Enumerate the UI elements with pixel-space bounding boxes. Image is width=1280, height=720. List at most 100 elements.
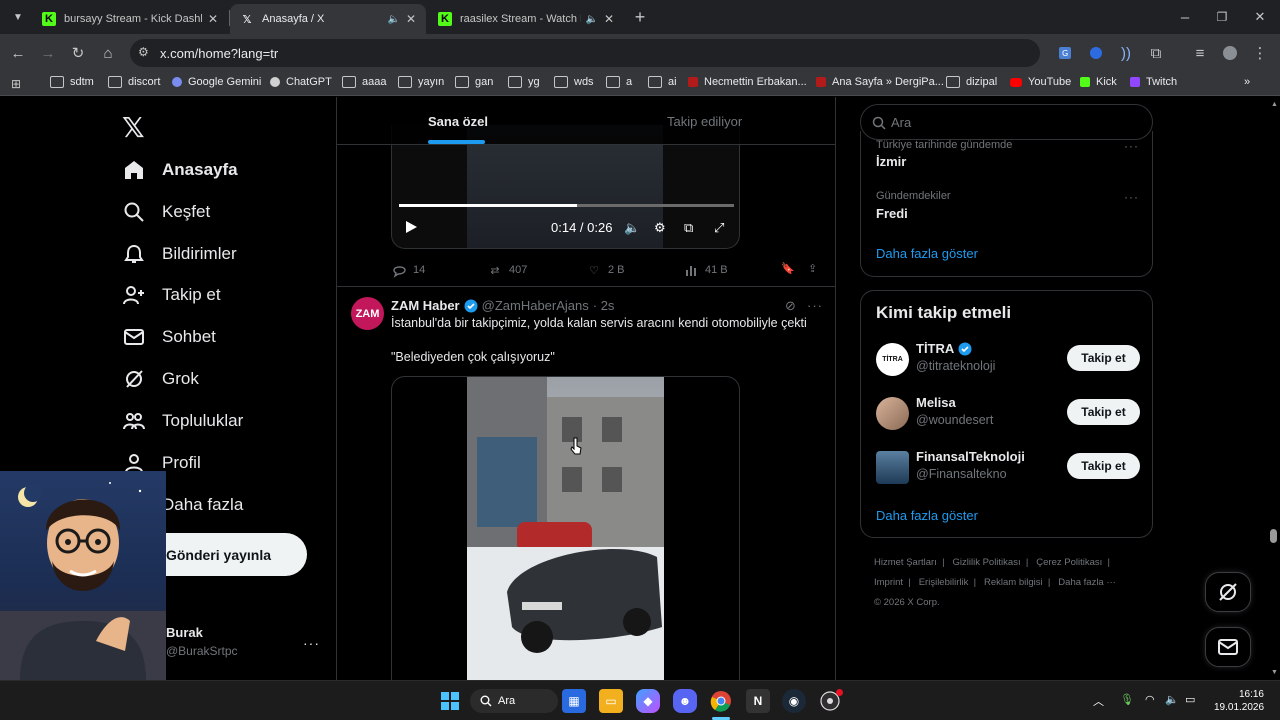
tab-following[interactable]: Takip ediliyor <box>667 114 742 129</box>
bookmark-yayin[interactable]: yayın <box>398 76 444 88</box>
bookmark-icon[interactable]: 🔖 <box>781 262 795 275</box>
bookmark-erbakan[interactable]: Necmettin Erbakan... <box>688 76 807 88</box>
footer-cookie-link[interactable]: Çerez Politikası <box>1036 557 1102 568</box>
wifi-icon[interactable]: ◠ <box>1145 693 1155 706</box>
extensions-puzzle-icon[interactable]: ⧉ <box>1146 43 1166 63</box>
system-clock[interactable]: 16:16 19.01.2026 <box>1214 688 1264 714</box>
site-info-icon[interactable]: ⚙ <box>138 45 149 59</box>
follow-suggestion[interactable]: TİTRA TİTRA @titrateknoloji Takip et <box>876 341 1141 381</box>
nav-home[interactable]: Anasayfa <box>122 154 238 186</box>
video-progress-bar[interactable] <box>399 204 734 207</box>
account-more-icon[interactable]: ··· <box>303 635 320 651</box>
bookmark-yg[interactable]: yg <box>508 76 540 88</box>
scroll-up-icon[interactable]: ▲ <box>1271 101 1278 108</box>
bookmarks-overflow-icon[interactable]: » <box>1244 76 1250 88</box>
nav-explore[interactable]: Keşfet <box>122 196 210 228</box>
follow-button[interactable]: Takip et <box>1067 453 1140 479</box>
share-icon[interactable]: ⇪ <box>808 262 817 275</box>
tweet-video[interactable] <box>391 376 740 680</box>
like-action[interactable]: ♡ 2 B <box>586 262 624 278</box>
x-logo-icon[interactable]: 𝕏 <box>122 111 145 144</box>
footer-ads-link[interactable]: Reklam bilgisi <box>984 577 1043 588</box>
follow-suggestion[interactable]: FinansalTeknoloji @Finansaltekno Takip e… <box>876 449 1141 489</box>
bookmark-gemini[interactable]: Google Gemini <box>172 76 261 88</box>
tab-search-chevron-icon[interactable]: ▼ <box>8 7 28 27</box>
file-explorer-icon[interactable]: ▭ <box>599 689 623 713</box>
microphone-icon[interactable]: 🎙 <box>1120 693 1134 706</box>
tab-kick-raasilex[interactable]: K raasilex Stream - Watch Live 🔈 ✕ <box>428 4 624 34</box>
home-icon[interactable]: ⌂ <box>98 43 118 63</box>
footer-accessibility-link[interactable]: Erişilebilirlik <box>919 577 969 588</box>
bookmark-wds[interactable]: wds <box>554 76 594 88</box>
media-control-icon[interactable]: ≡ <box>1190 43 1210 63</box>
reply-action[interactable]: 14 <box>391 262 425 278</box>
speaker-icon[interactable]: 🔈 <box>585 14 597 25</box>
volume-icon[interactable]: 🔈 <box>1165 693 1179 706</box>
close-icon[interactable]: ✕ <box>604 12 614 26</box>
nav-notifications[interactable]: Bildirimler <box>122 238 237 270</box>
grok-icon[interactable]: ⊘ <box>785 298 796 314</box>
notion-icon[interactable]: N <box>746 689 770 713</box>
tab-for-you[interactable]: Sana özel <box>428 114 488 129</box>
bookmark-a[interactable]: a <box>606 76 632 88</box>
forward-icon[interactable]: → <box>38 43 58 63</box>
author-handle[interactable]: @ZamHaberAjans <box>482 298 589 313</box>
new-tab-icon[interactable]: + <box>630 7 650 27</box>
copilot-icon[interactable]: ◆ <box>636 689 660 713</box>
footer-terms-link[interactable]: Hizmet Şartları <box>874 557 937 568</box>
window-close-icon[interactable]: ✕ <box>1250 7 1270 27</box>
nav-follow[interactable]: Takip et <box>122 279 221 311</box>
speaker-icon[interactable]: 🔈 <box>387 14 399 25</box>
messages-fab[interactable] <box>1205 627 1251 667</box>
tray-overflow-icon[interactable]: ︿ <box>1093 693 1104 709</box>
address-bar[interactable]: x.com/home?lang=tr <box>130 39 1040 67</box>
follow-button[interactable]: Takip et <box>1067 399 1140 425</box>
bookmark-kick[interactable]: Kick <box>1080 76 1117 88</box>
chrome-menu-icon[interactable]: ⋮ <box>1250 43 1270 63</box>
back-icon[interactable]: ← <box>8 43 28 63</box>
tab-x-home[interactable]: 𝕏 Anasayfa / X 🔈 ✕ <box>230 4 426 34</box>
who-show-more-link[interactable]: Daha fazla göster <box>876 508 978 523</box>
nav-communities[interactable]: Topluluklar <box>122 405 243 437</box>
tab-kick-dashboard[interactable]: K bursayy Stream - Kick Dashboard ✕ <box>32 4 228 34</box>
page-scrollbar[interactable]: ▲ ▼ <box>1268 97 1280 680</box>
scroll-thumb[interactable] <box>1270 529 1277 543</box>
follow-suggestion[interactable]: Melisa @woundesert Takip et <box>876 395 1141 435</box>
trend-more-icon[interactable]: ··· <box>1124 139 1139 153</box>
apps-grid-icon[interactable]: ⊞ <box>6 74 26 94</box>
tweet-more-icon[interactable]: ··· <box>807 298 823 313</box>
settings-gear-icon[interactable]: ⚙ <box>654 220 666 236</box>
footer-imprint-link[interactable]: Imprint <box>874 577 903 588</box>
tweet-time[interactable]: · 2s <box>593 298 615 313</box>
repost-action[interactable]: ⇄ 407 <box>487 262 527 278</box>
maximize-icon[interactable]: ❐ <box>1212 7 1232 27</box>
windows-start-icon[interactable] <box>438 689 462 713</box>
trend-name[interactable]: İzmir <box>876 154 906 169</box>
close-icon[interactable]: ✕ <box>406 12 416 26</box>
trend-more-icon[interactable]: ··· <box>1124 190 1139 204</box>
trend-name[interactable]: Fredi <box>876 206 908 221</box>
follow-button[interactable]: Takip et <box>1067 345 1140 371</box>
bookmark-dizipal[interactable]: dizipal <box>946 76 997 88</box>
trends-show-more-link[interactable]: Daha fazla göster <box>876 246 978 261</box>
bookmark-twitch[interactable]: Twitch <box>1130 76 1177 88</box>
bookmark-dergipark[interactable]: Ana Sayfa » DergiPa... <box>816 76 944 88</box>
steam-icon[interactable]: ◉ <box>782 689 806 713</box>
bookmark-sdtm[interactable]: sdtm <box>50 76 94 88</box>
nav-chat[interactable]: Sohbet <box>122 321 216 353</box>
bookmark-chatgpt[interactable]: ChatGPT <box>270 76 332 88</box>
footer-privacy-link[interactable]: Gizlilik Politikası <box>953 557 1021 568</box>
extension-shield-icon[interactable] <box>1086 43 1106 63</box>
fullscreen-icon[interactable]: ⤢ <box>714 220 724 236</box>
bookmark-discort[interactable]: discort <box>108 76 160 88</box>
play-icon[interactable] <box>404 220 418 234</box>
battery-icon[interactable]: ▭ <box>1185 693 1195 706</box>
bookmark-aaaa[interactable]: aaaa <box>342 76 386 88</box>
volume-icon[interactable]: 🔈 <box>624 220 640 236</box>
translate-icon[interactable]: G <box>1056 43 1076 63</box>
scroll-down-icon[interactable]: ▼ <box>1271 669 1278 676</box>
minimize-icon[interactable]: – <box>1175 7 1195 27</box>
grok-fab[interactable] <box>1205 572 1251 612</box>
author-name[interactable]: ZAM Haber <box>391 298 460 313</box>
avatar[interactable]: ZAM <box>351 297 384 330</box>
